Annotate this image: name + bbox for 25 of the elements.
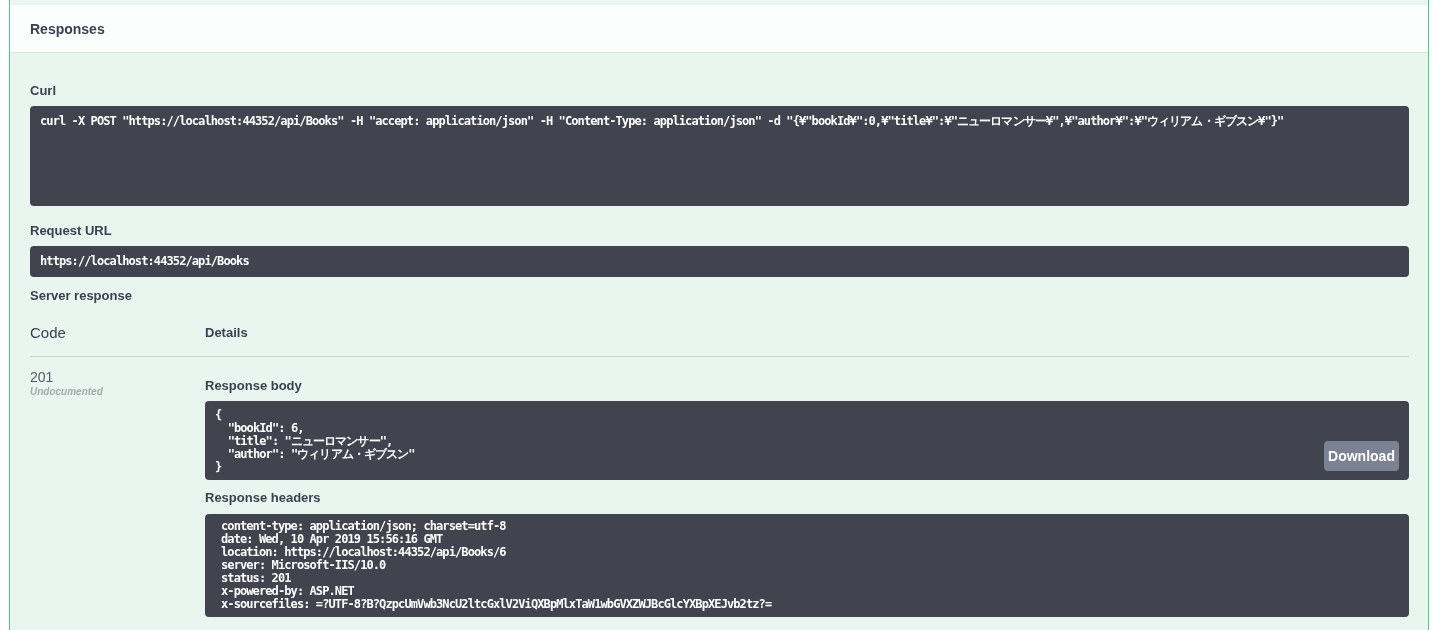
curl-label: Curl bbox=[30, 83, 56, 99]
json-line: "bookId": 6, bbox=[226, 422, 304, 435]
json-line: "author": "ウィリアム・ギブスン" bbox=[226, 448, 415, 461]
response-headers-label: Response headers bbox=[205, 490, 321, 506]
request-url-label: Request URL bbox=[30, 223, 112, 239]
status-code: 201 bbox=[30, 368, 54, 386]
response-body-label: Response body bbox=[205, 378, 302, 394]
header-line: x-powered-by: ASP.NET bbox=[221, 585, 354, 598]
header-line: status: 201 bbox=[221, 572, 291, 585]
download-button[interactable]: Download bbox=[1324, 441, 1399, 471]
details-column-header: Details bbox=[205, 325, 248, 340]
header-line: x-sourcefiles: =?UTF-8?B?QzpcUmVwb3NcU2ltcGxlV2ViQXBpMlxTaW1wbGVXZWJBcGlcYXBpXEJvb2tz?= bbox=[221, 598, 772, 611]
json-line: "title": "ニューロマンサー", bbox=[226, 435, 393, 448]
json-line: { bbox=[215, 409, 222, 422]
json-line: } bbox=[215, 461, 222, 474]
header-line: date: Wed, 10 Apr 2019 15:56:16 GMT bbox=[221, 533, 443, 546]
header-line: location: https://localhost:44352/api/Books/6 bbox=[221, 546, 506, 559]
server-response-label: Server response bbox=[30, 288, 132, 304]
section-title: Responses bbox=[30, 19, 105, 38]
curl-command: curl -X POST "https://localhost:44352/api/Books" -H "accept: application/json" -H "Content-Type: application/json" -d "{¥"bookId¥":0,¥"title¥":¥"ニューロマンサー¥",¥"author¥":¥"ウィリアム・ギブスン¥"}" bbox=[40, 115, 1284, 128]
request-url-text: https://localhost:44352/api/Books bbox=[40, 255, 249, 268]
header-line: server: Microsoft-IIS/10.0 bbox=[221, 559, 386, 572]
code-column-header: Code bbox=[30, 323, 66, 341]
header-line: content-type: application/json; charset=utf-8 bbox=[221, 520, 506, 533]
status-note: Undocumented bbox=[30, 386, 103, 398]
